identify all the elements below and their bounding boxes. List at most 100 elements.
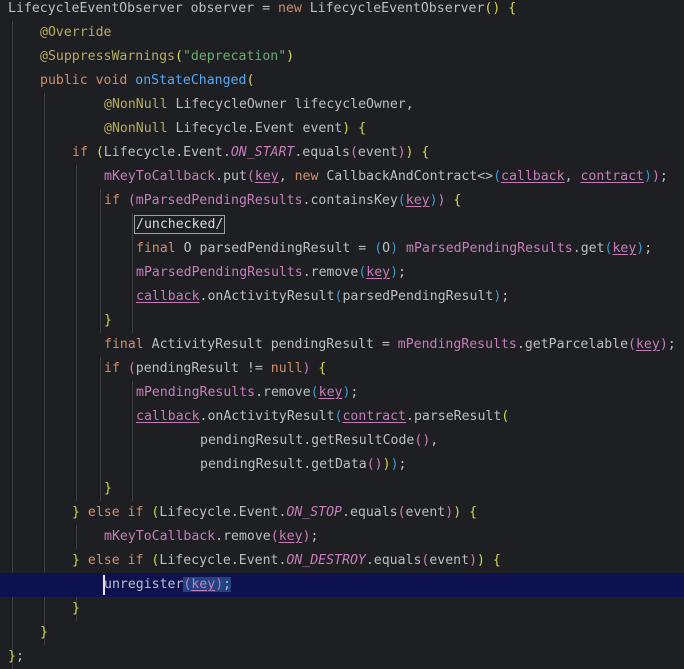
code-token: ) [215,577,224,592]
code-token: Lifecycle.Event. [159,505,287,520]
code-token: ) [644,169,652,184]
code-line-20[interactable]: pendingResult.getData())); [0,453,684,477]
code-line-16[interactable]: if (pendingResult != null) { [0,357,684,381]
code-token: } [40,625,48,640]
code-line-5[interactable]: @NonNull LifecycleOwner lifecycleOwner, [0,93,684,117]
code-token: ) [469,553,478,568]
code-token: ( [397,505,406,520]
code-editor[interactable]: LifecycleEventObserver observer = new Li… [0,0,684,669]
code-token: ; [223,577,232,592]
code-line-26[interactable]: } [0,597,684,621]
code-token: ON_DESTROY [286,553,366,568]
code-token: mParsedPendingResults [136,265,303,280]
highlighted-token: /unchecked/ [133,215,226,234]
code-line-2[interactable]: @Override [0,21,684,45]
code-line-28[interactable]: }; [0,645,684,669]
code-token: ; [398,265,406,280]
code-token: ) { [453,505,478,520]
code-token: .remove [302,265,359,280]
code-text: if (pendingResult != null) { [104,357,326,381]
code-token: , [564,169,581,184]
code-token: mParsedPendingResults [406,241,573,256]
code-token: event [357,145,398,160]
code-line-27[interactable]: } [0,621,684,645]
code-text: }; [8,645,24,669]
code-token: } [8,649,16,664]
code-token: ( [270,529,279,544]
code-token: O [382,241,391,256]
code-token: new [277,1,310,16]
code-line-10[interactable]: /unchecked/ [0,213,684,237]
code-text: } else if (Lifecycle.Event.ON_STOP.equal… [72,501,477,525]
code-line-7[interactable]: if (Lifecycle.Event.ON_START.equals(even… [0,141,684,165]
code-token: ) { [477,553,501,568]
code-line-25[interactable]: unregister(key); [0,573,684,597]
code-token: mPendingResults [397,337,517,352]
code-text: callback.onActivityResult(parsedPendingR… [136,285,509,309]
code-text: mParsedPendingResults.remove(key); [136,261,406,285]
code-line-14[interactable]: } [0,309,684,333]
code-token: ( [493,169,502,184]
code-token: if [104,361,128,376]
code-line-12[interactable]: mParsedPendingResults.remove(key); [0,261,684,285]
code-token: LifecycleEventObserver [309,1,485,16]
code-token: ; [667,337,676,352]
code-token: pendingResult.getResultCode [200,433,415,448]
code-token: ; [15,649,24,664]
code-text: } [40,621,48,645]
code-line-17[interactable]: mPendingResults.remove(key); [0,381,684,405]
code-token: ) [390,241,399,256]
code-token: ; [644,241,653,256]
code-text: public void onStateChanged( [40,69,254,93]
code-line-8[interactable]: mKeyToCallback.put(key, new CallbackAndC… [0,165,684,189]
code-text: pendingResult.getData())); [200,453,406,477]
code-token: new [294,169,327,184]
code-line-1[interactable]: LifecycleEventObserver observer = new Li… [0,0,684,21]
code-token: ActivityResult pendingResult = [151,337,398,352]
code-line-15[interactable]: final ActivityResult pendingResult = mPe… [0,333,684,357]
code-text: @SuppressWarnings("deprecation") [40,45,294,69]
code-token: ) [429,193,438,208]
code-token: ) { [405,145,430,160]
code-text: } else if (Lifecycle.Event.ON_DESTROY.eq… [72,549,501,573]
code-line-6[interactable]: @NonNull Lifecycle.Event event) { [0,117,684,141]
code-text: mKeyToCallback.put(key, new CallbackAndC… [104,165,668,189]
code-line-4[interactable]: public void onStateChanged( [0,69,684,93]
code-token: @SuppressWarnings [40,49,175,64]
code-line-21[interactable]: } [0,477,684,501]
code-token: contract [342,409,406,424]
code-line-11[interactable]: final O parsedPendingResult = (O) mParse… [0,237,684,261]
code-token: ( [246,169,255,184]
code-token: ( [397,193,406,208]
code-line-23[interactable]: mKeyToCallback.remove(key); [0,525,684,549]
code-token: .containsKey [302,193,398,208]
code-line-22[interactable]: } else if (Lifecycle.Event.ON_STOP.equal… [0,501,684,525]
code-line-13[interactable]: callback.onActivityResult(parsedPendingR… [0,285,684,309]
code-token: key [366,265,391,280]
code-token: @NonNull [104,121,176,136]
code-token: } [104,313,112,328]
code-token: Lifecycle.Event. [159,553,287,568]
code-token: .parseResult [406,409,502,424]
code-line-3[interactable]: @SuppressWarnings("deprecation") [0,45,684,69]
code-token: key [278,529,303,544]
code-token: ) [651,169,660,184]
code-token: onStateChanged [135,73,247,88]
code-line-9[interactable]: if (mParsedPendingResults.containsKey(ke… [0,189,684,213]
code-token: "deprecation" [182,49,287,64]
code-token: .remove [255,385,311,400]
code-line-24[interactable]: } else if (Lifecycle.Event.ON_DESTROY.eq… [0,549,684,573]
code-token: else if [87,553,152,568]
code-token: contract [580,169,644,184]
code-token: event [405,505,446,520]
code-line-19[interactable]: pendingResult.getResultCode(), [0,429,684,453]
code-token: ( [174,49,183,64]
code-line-18[interactable]: callback.onActivityResult (contract.parse… [0,405,684,429]
code-token: mPendingResults [136,385,256,400]
code-token: O parsedPendingResult = [183,241,375,256]
code-token: Lifecycle.Event. [103,145,231,160]
code-token: ( [95,145,104,160]
code-text: LifecycleEventObserver observer = new Li… [8,0,516,21]
code-token: CallbackAndContract<> [326,169,494,184]
code-token: pendingResult != [135,361,271,376]
